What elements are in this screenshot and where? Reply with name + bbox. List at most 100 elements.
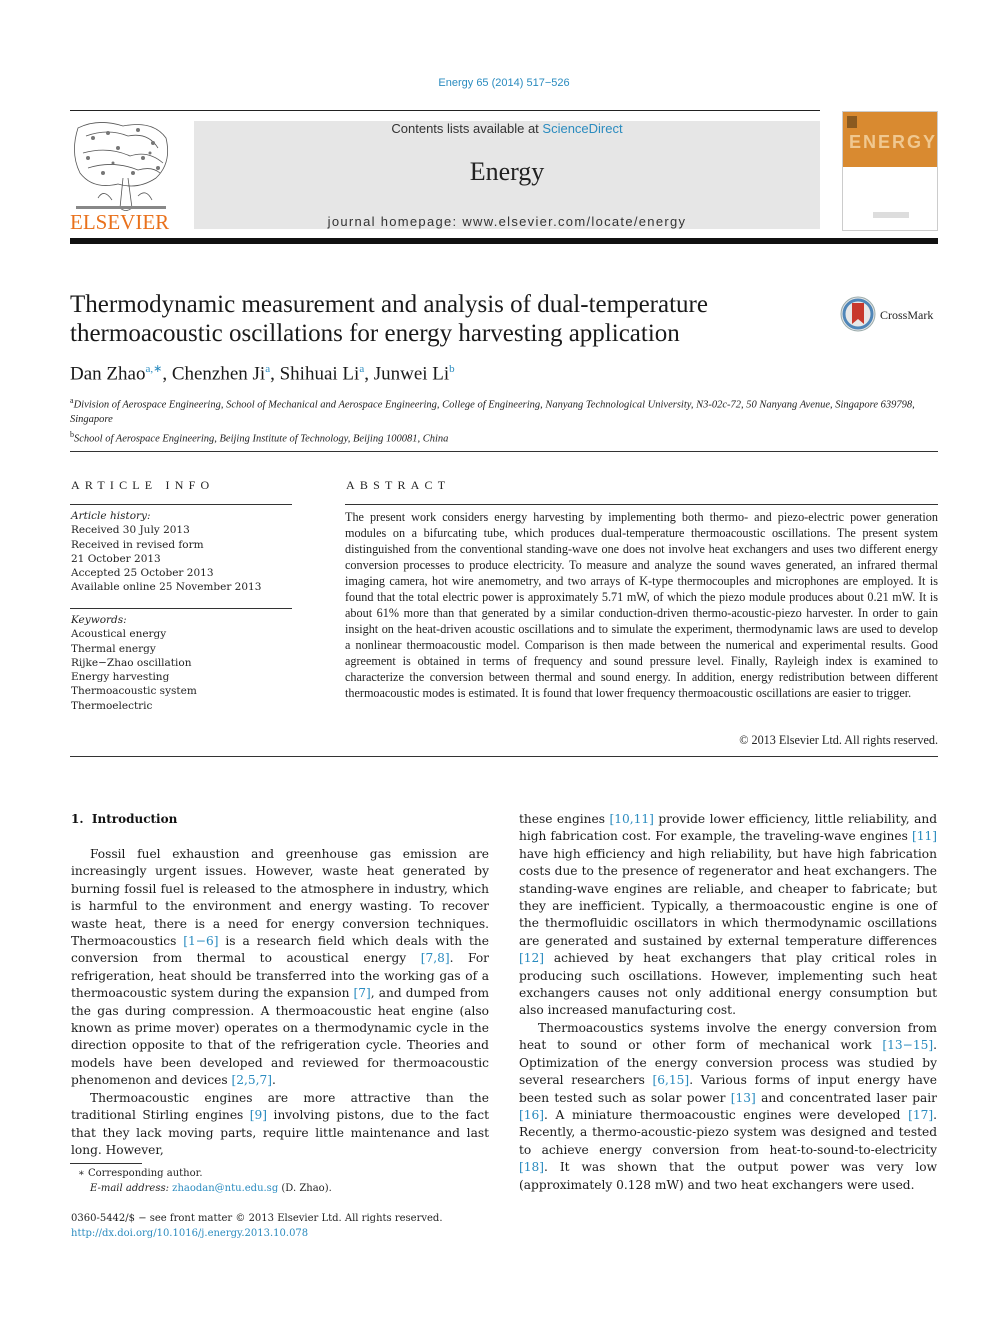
body-text: these engines [519,812,610,826]
body-text: Thermoacoustics systems involve the ener… [519,1020,937,1053]
affiliation-a: aDivision of Aerospace Engineering, Scho… [70,394,930,428]
issn-line: 0360-5442/$ − see front matter © 2013 El… [71,1213,443,1224]
history-entry: Accepted 25 October 2013 [71,567,214,580]
article-info-rule [70,504,292,505]
citation-link[interactable]: [13−15] [882,1038,933,1052]
abstract-body: The present work considers energy harves… [345,510,938,700]
paragraph: Thermoacoustic engines are more attracti… [71,1090,489,1160]
body-text: . A miniature thermoacoustic engines wer… [544,1107,909,1122]
footnote-marker: ∗ [78,1168,85,1179]
author-separator: , [364,363,374,385]
citation-link[interactable]: [11] [912,829,937,843]
cover-title: ENERGY [849,132,938,152]
keyword: Thermoacoustic system [71,685,197,698]
footnote: ∗ Corresponding author. E-mail address: … [78,1166,498,1196]
doi-link[interactable]: http://dx.doi.org/10.1016/j.energy.2013.… [71,1227,511,1242]
citation-link[interactable]: [6,15] [653,1073,690,1087]
paragraph: these engines [10,11] provide lower effi… [519,811,937,1020]
body-text: , and dumped from the gas during compres… [71,986,489,1088]
body-text: have high efficiency and high reliabilit… [519,846,937,948]
journal-name: Energy [469,157,545,186]
footnote-rule [70,1163,142,1164]
author-separator: , [270,363,280,385]
email-link[interactable]: zhaodan@ntu.edu.sg [172,1183,278,1194]
paragraph: Fossil fuel exhaustion and greenhouse ga… [71,846,489,1090]
contents-prefix: Contents lists available at [391,121,543,136]
author-affiliation-marker[interactable]: a,∗ [145,363,162,375]
keywords: Keywords: Acoustical energy Thermal energ… [71,613,291,713]
citation-link[interactable]: [1−6] [183,934,218,948]
body-text: achieved by heat exchangers that play cr… [519,951,937,1018]
publisher-wordmark: ELSEVIER [70,210,170,234]
sciencedirect-link[interactable]: ScienceDirect [542,121,622,136]
body-column-left: Fossil fuel exhaustion and greenhouse ga… [71,846,489,1159]
author-list: Dan Zhaoa,∗, Chenzhen Jia, Shihuai Lia, … [70,362,455,385]
journal-citation-link[interactable]: Energy 65 (2014) 517−526 [0,77,992,89]
citation-link[interactable]: [9] [250,1108,267,1122]
history-entry: Received in revised form [71,538,204,551]
citation-link[interactable]: [18] [519,1160,544,1174]
keyword: Thermal energy [71,642,156,655]
crossmark-badge[interactable]: CrossMark [840,296,940,336]
contents-line: Contents lists available at ScienceDirec… [194,121,820,136]
author-affiliation-marker[interactable]: b [449,363,455,375]
keyword: Energy harvesting [71,671,170,684]
citation-link[interactable]: [13] [731,1091,756,1105]
crossmark-label: CrossMark [880,308,934,322]
history-list: Received 30 July 2013 Received in revised… [71,523,291,594]
crossmark-icon [840,296,876,332]
email-line: E-mail address: zhaodan@ntu.edu.sg (D. Z… [78,1181,498,1196]
paragraph: Thermoacoustics systems involve the ener… [519,1020,937,1194]
body-text: and concentrated laser pair [755,1090,937,1105]
keywords-rule [70,608,292,609]
citation-link[interactable]: [12] [519,951,544,965]
keyword: Rijke−Zhao oscillation [71,656,192,669]
cover-footer [873,212,909,218]
introduction-heading: 1. Introduction [71,812,178,826]
article-title: Thermodynamic measurement and analysis o… [70,291,708,347]
citation-link[interactable]: [16] [519,1108,544,1122]
abstract-rule [345,504,938,505]
history-label: Article history: [71,510,151,522]
keywords-list: Acoustical energy Thermal energy Rijke−Zha… [71,627,291,713]
cover-logo-icon [847,116,857,128]
keyword: Acoustical energy [71,628,167,641]
corresponding-label: Corresponding author. [87,1168,203,1179]
email-suffix: (D. Zhao). [278,1183,332,1194]
body-text: . [272,1073,276,1088]
abstract-copyright: © 2013 Elsevier Ltd. All rights reserved… [739,733,938,747]
section-rule [70,756,938,757]
citation-link[interactable]: [10,11] [609,812,653,826]
affiliations: aDivision of Aerospace Engineering, Scho… [70,394,930,447]
article-info-heading: ARTICLE INFO [71,478,215,492]
author-name[interactable]: Shihuai Li [280,363,360,384]
corresponding-author-note: ∗ Corresponding author. [78,1166,498,1181]
masthead-thick-rule [70,238,938,244]
front-matter: 0360-5442/$ − see front matter © 2013 El… [71,1212,511,1241]
keyword: Thermoelectric [71,699,153,712]
author-name[interactable]: Junwei Li [374,363,449,384]
abstract-heading: ABSTRACT [346,478,451,492]
journal-cover-thumbnail[interactable]: ENERGY [842,111,938,231]
author-separator: , [162,363,172,385]
history-entry: Available online 25 November 2013 [71,581,262,594]
citation-link[interactable]: [7] [354,986,371,1000]
email-label: E-mail address: [90,1183,173,1194]
author-name[interactable]: Chenzhen Ji [172,363,265,384]
author-name[interactable]: Dan Zhao [70,363,145,384]
citation-link[interactable]: [7,8] [421,951,450,965]
history-entry: Received 30 July 2013 [71,524,190,537]
header-rule [70,110,820,111]
body-text: . It was shown that the output power was… [519,1160,937,1192]
section-rule [70,451,938,452]
affiliation-b: bSchool of Aerospace Engineering, Beijin… [70,428,930,447]
journal-homepage-link[interactable]: journal homepage: www.elsevier.com/locat… [194,214,820,229]
body-text: Fossil fuel exhaustion and greenhouse ga… [71,847,489,949]
history-entry: 21 October 2013 [71,552,161,565]
body-column-right: these engines [10,11] provide lower effi… [519,811,937,1194]
article-history: Article history: Received 30 July 2013 Re… [71,509,291,595]
citation-link[interactable]: [17] [908,1108,933,1122]
citation-link[interactable]: [2,5,7] [232,1073,273,1087]
keywords-label: Keywords: [71,614,127,626]
affiliation-text: School of Aerospace Engineering, Beijing… [74,433,449,444]
